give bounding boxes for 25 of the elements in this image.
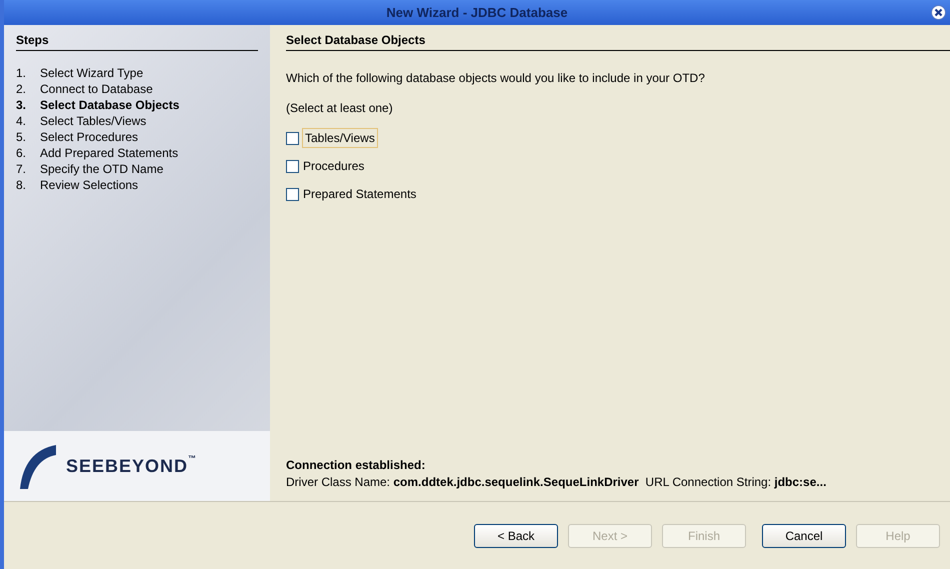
page-heading: Select Database Objects [286,33,950,52]
checkbox-label[interactable]: Prepared Statements [303,185,416,204]
hint-text: (Select at least one) [286,100,394,118]
window-title: New Wizard - JDBC Database [386,4,568,22]
checkbox[interactable] [286,188,299,201]
checkbox[interactable] [286,160,299,173]
question-text: Which of the following database objects would you like to include in your OTD? [286,70,706,88]
step-item: 6. Add Prepared Statements [16,145,180,162]
connection-status: Connection established: [286,457,426,474]
close-icon[interactable] [931,5,946,20]
step-item: 7. Specify the OTD Name [16,161,164,178]
checkbox-label[interactable]: Procedures [303,157,364,176]
checkbox[interactable] [286,132,299,145]
connection-details: Driver Class Name: com.ddtek.jdbc.sequelink.SequeLinkDriver URL Connection String: jdbc:se... [286,474,828,491]
step-item: 8. Review Selections [16,177,140,194]
logo-text: SEEBEYOND™ [66,452,198,478]
wizard-button[interactable]: Cancel [762,524,846,548]
step-item: 1. Select Wizard Type [16,65,144,82]
step-item: 5. Select Procedures [16,129,140,146]
step-item: 4. Select Tables/Views [16,113,148,130]
step-item: 3. Select Database Objects [16,97,180,114]
wizard-button[interactable]: < Back [474,524,558,548]
steps-heading: Steps [16,33,258,52]
checkbox-label[interactable]: Tables/Views [303,129,377,148]
step-item: 2. Connect to Database [16,81,154,98]
